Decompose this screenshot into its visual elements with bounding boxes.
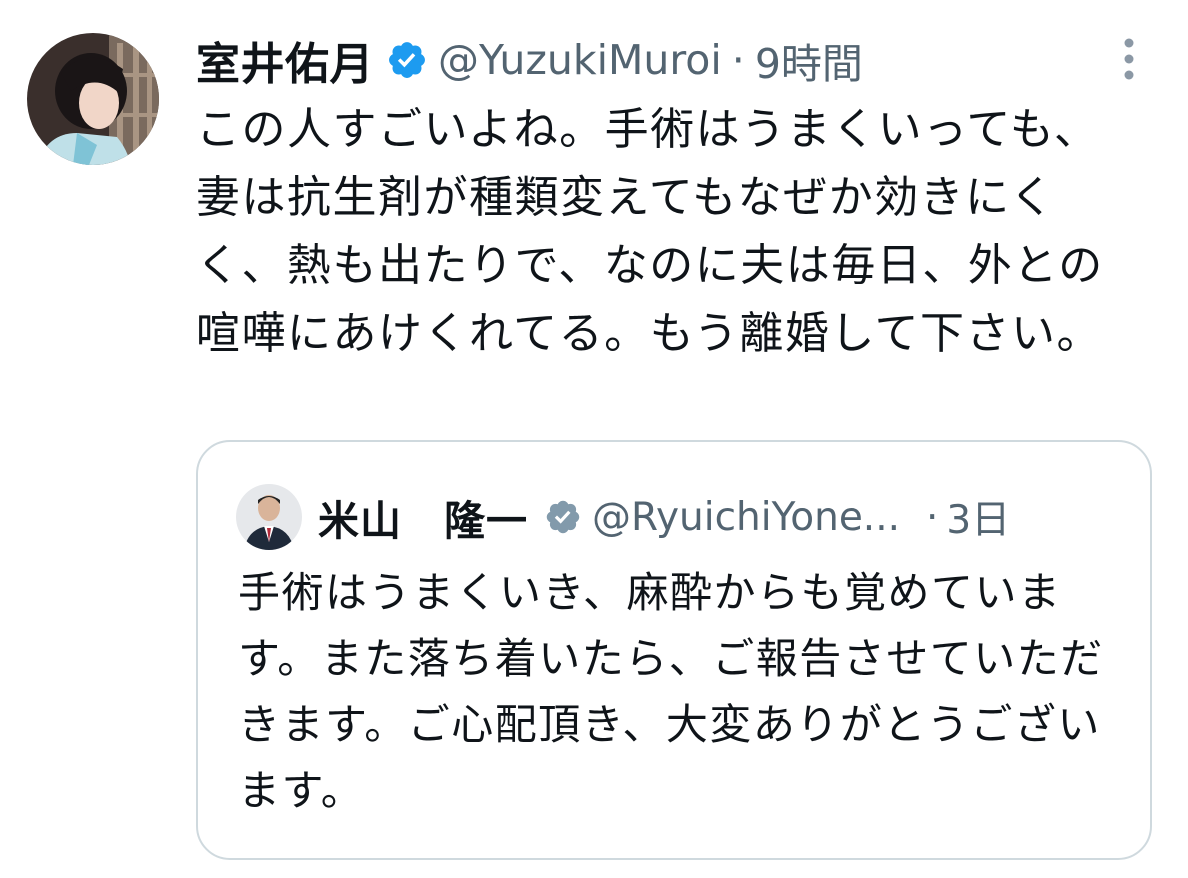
quoted-author-name[interactable]: 米山 隆一 <box>318 487 528 547</box>
quoted-tweet-header: 米山 隆一 @RyuichiYone... · 3日 <box>318 484 1010 550</box>
tweet[interactable]: 室井佑月 @YuzukiMuroi · 9時間 この人すごいよね。手術はうまくい… <box>0 0 1188 878</box>
tweet-timestamp[interactable]: 9時間 <box>755 30 863 90</box>
quoted-separator-dot: · <box>926 494 939 540</box>
quoted-author-avatar[interactable] <box>236 484 302 550</box>
quoted-tweet-timestamp[interactable]: 3日 <box>946 489 1010 545</box>
author-name[interactable]: 室井佑月 <box>196 28 374 92</box>
tweet-header: 室井佑月 @YuzukiMuroi · 9時間 <box>196 28 863 92</box>
verified-badge-gray-icon <box>544 498 582 536</box>
quoted-tweet[interactable]: 米山 隆一 @RyuichiYone... · 3日 手術はうまくいき、麻酔から… <box>196 440 1152 860</box>
separator-dot: · <box>731 36 745 84</box>
author-avatar[interactable] <box>27 33 159 165</box>
author-handle[interactable]: @YuzukiMuroi <box>438 36 722 84</box>
more-vertical-icon[interactable] <box>1114 34 1144 84</box>
tweet-text: この人すごいよね。手術はうまくいっても、妻は抗生剤が種類変えてもなぜか効きにくく… <box>196 104 1104 359</box>
quoted-author-handle[interactable]: @RyuichiYone... <box>592 495 900 540</box>
quoted-tweet-text: 手術はうまくいき、麻酔からも覚めています。また落ち着いたら、ご報告させていただき… <box>238 568 1104 815</box>
verified-badge-icon <box>386 39 428 81</box>
